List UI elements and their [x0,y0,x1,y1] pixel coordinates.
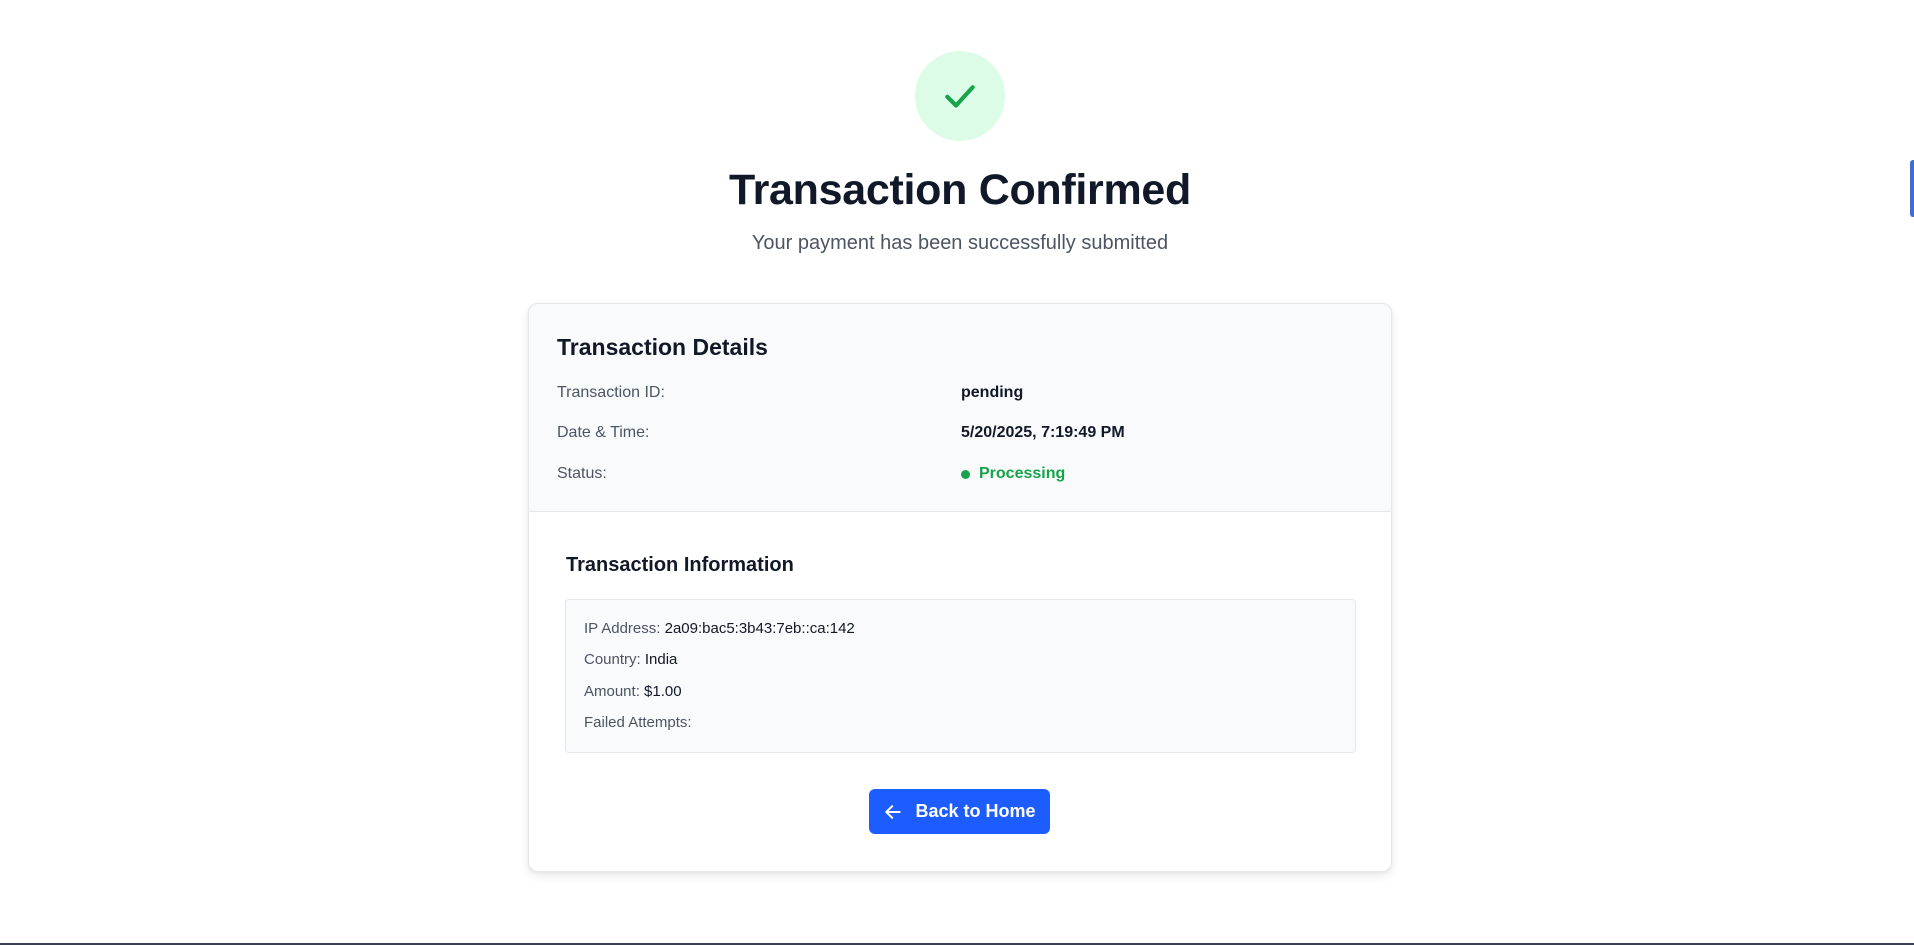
transaction-details-section: Transaction Details Transaction ID: pend… [529,304,1391,512]
success-badge [915,51,1005,141]
confirmation-page: Transaction Confirmed Your payment has b… [0,0,1914,945]
back-to-home-button[interactable]: Back to Home [869,789,1050,834]
ip-address-line: IP Address: 2a09:bac5:3b43:7eb::ca:142 [584,620,855,637]
back-to-home-label: Back to Home [915,801,1036,821]
date-time-value: 5/20/2025, 7:19:49 PM [961,424,1125,441]
ip-address-value: 2a09:bac5:3b43:7eb::ca:142 [664,620,855,637]
amount-label: Amount: [584,683,640,700]
arrow-left-icon [885,804,902,819]
transaction-card: Transaction Details Transaction ID: pend… [528,303,1392,872]
details-title: Transaction Details [557,334,768,360]
check-icon [945,85,975,108]
date-time-label: Date & Time: [557,424,650,441]
country-value: India [644,651,678,668]
status-badge: Processing [961,465,1065,483]
status-text: Processing [979,465,1066,482]
country-label: Country: [584,651,641,668]
transaction-id-label: Transaction ID: [557,384,665,401]
page-subtitle: Your payment has been successfully submi… [751,232,1169,254]
status-label: Status: [557,465,607,482]
ip-address-label: IP Address: [584,620,661,637]
transaction-id-value: pending [961,384,1024,401]
info-title: Transaction Information [566,554,794,576]
failed-attempts-line: Failed Attempts: [584,714,692,731]
amount-line: Amount: $1.00 [584,683,682,700]
amount-value: $1.00 [644,683,682,700]
status-dot-icon [961,469,970,479]
side-panel-tab[interactable] [1910,160,1914,217]
transaction-info-box: IP Address: 2a09:bac5:3b43:7eb::ca:142 C… [565,599,1356,753]
country-line: Country: India [584,651,677,668]
page-title: Transaction Confirmed [729,166,1191,214]
failed-attempts-label: Failed Attempts: [584,714,692,731]
